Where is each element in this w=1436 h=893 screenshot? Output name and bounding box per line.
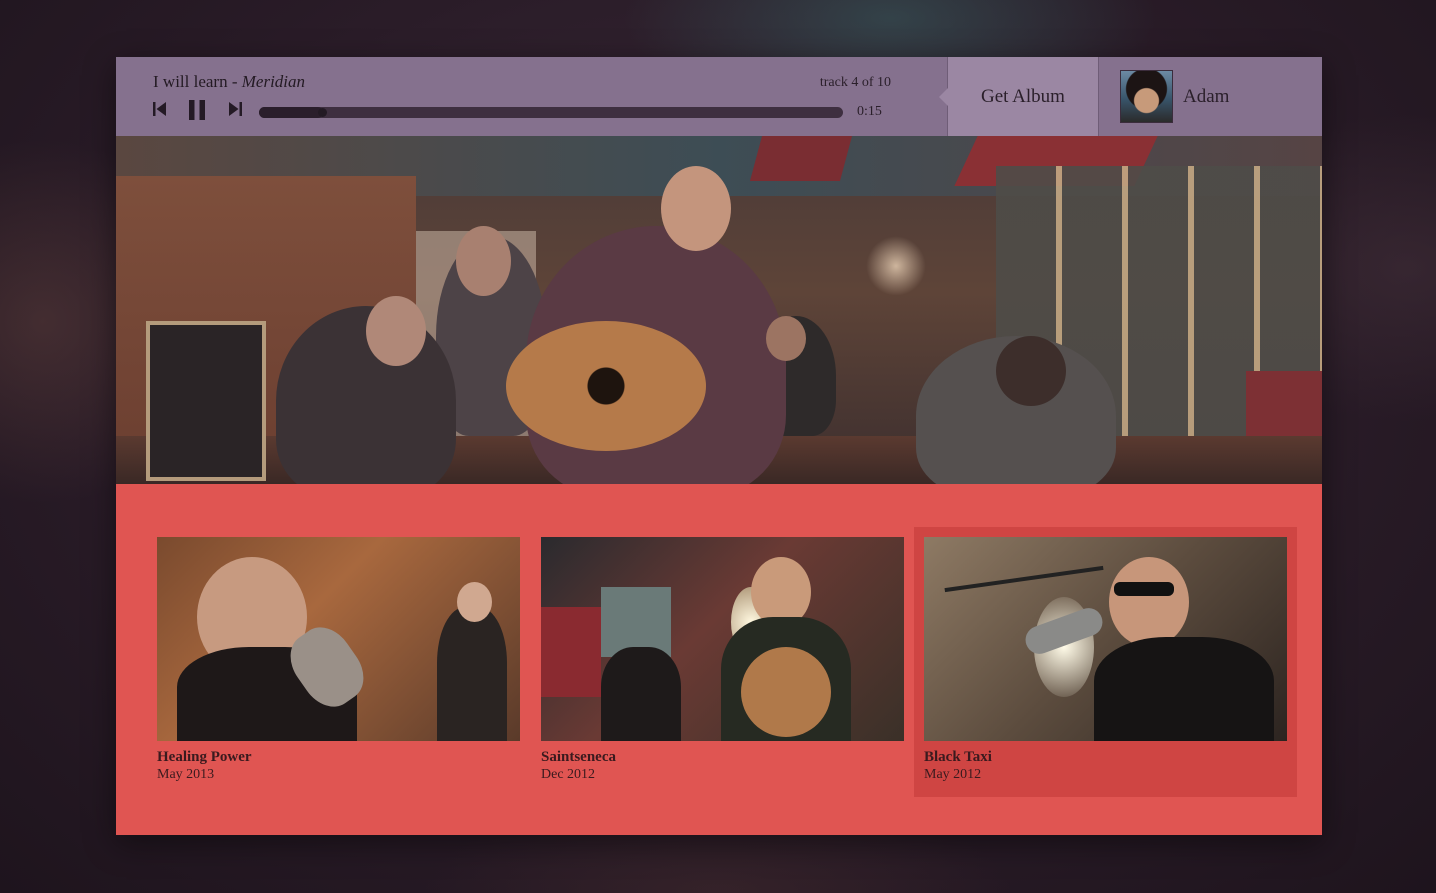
thumb-detail — [1109, 557, 1189, 647]
video-scene-detail — [996, 336, 1066, 406]
video-scene-detail — [366, 296, 426, 366]
session-title: Saintseneca — [541, 749, 616, 765]
progress-bar[interactable] — [259, 107, 843, 118]
elapsed-time: 0:15 — [857, 104, 882, 119]
thumb-detail — [944, 565, 1104, 593]
progress-fill — [259, 107, 324, 118]
session-title: Black Taxi — [924, 749, 992, 765]
track-count: track 4 of 10 — [819, 75, 891, 90]
session-list: Healing Power May 2013 Saintseneca Dec 2… — [116, 484, 1322, 835]
video-scene-detail — [866, 236, 926, 296]
session-card[interactable]: Healing Power May 2013 — [147, 527, 530, 797]
session-date: May 2012 — [924, 767, 982, 782]
next-button[interactable] — [228, 101, 242, 117]
video-scene-detail — [146, 321, 266, 481]
video-scene-detail — [766, 316, 806, 361]
get-album-button[interactable]: Get Album — [939, 57, 1099, 136]
session-card-selected[interactable]: Black Taxi May 2012 — [914, 527, 1297, 797]
album-name: Meridian — [241, 72, 306, 91]
thumb-detail — [1114, 582, 1174, 596]
session-title: Healing Power — [157, 749, 252, 765]
video-scene-detail — [1246, 371, 1322, 441]
thumb-detail — [601, 647, 681, 741]
session-thumbnail — [541, 537, 904, 741]
pause-icon — [189, 100, 205, 120]
session-card[interactable]: Saintseneca Dec 2012 — [531, 527, 914, 797]
thumb-detail — [457, 582, 492, 622]
session-date: May 2013 — [157, 767, 215, 782]
video-scene-detail — [749, 136, 853, 181]
thumb-detail — [1094, 637, 1274, 741]
video-scene-detail — [506, 321, 706, 451]
thumb-detail — [741, 647, 831, 737]
session-thumbnail — [157, 537, 520, 741]
progress-handle[interactable] — [318, 108, 328, 117]
player: I will learn - Meridian track 4 of 10 0:… — [116, 57, 947, 136]
track-title: I will learn - Meridian — [153, 72, 305, 92]
skip-previous-icon — [153, 102, 166, 116]
avatar — [1120, 70, 1173, 123]
video-scene-detail — [661, 166, 731, 251]
previous-button[interactable] — [153, 101, 167, 117]
thumb-detail — [437, 607, 507, 741]
session-date: Dec 2012 — [541, 767, 596, 782]
pause-button[interactable] — [189, 100, 205, 120]
session-thumbnail — [924, 537, 1287, 741]
top-bar: I will learn - Meridian track 4 of 10 0:… — [116, 57, 1322, 136]
user-profile[interactable]: Adam — [1100, 57, 1322, 136]
app-window: I will learn - Meridian track 4 of 10 0:… — [116, 57, 1322, 835]
video-player[interactable] — [116, 136, 1322, 484]
title-separator: - — [227, 72, 242, 91]
song-name: I will learn — [153, 72, 228, 91]
skip-next-icon — [229, 102, 242, 116]
thumb-detail — [541, 607, 601, 697]
user-name: Adam — [1183, 85, 1230, 107]
video-scene-detail — [456, 226, 511, 296]
